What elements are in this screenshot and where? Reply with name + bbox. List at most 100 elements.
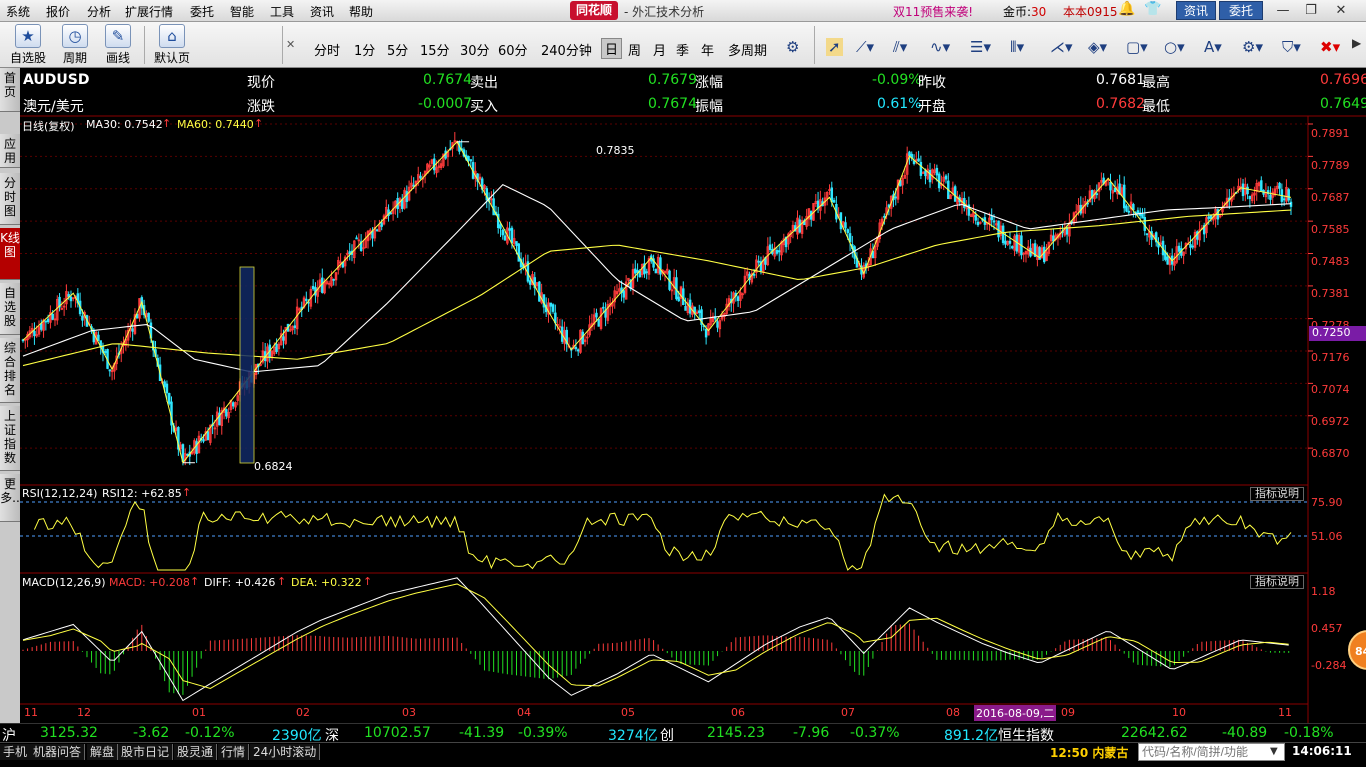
side-tab-apps[interactable]: 应用 (0, 134, 20, 168)
toolbar-more-icon[interactable]: ▶ (1352, 36, 1361, 50)
menu-news[interactable]: 资讯 (310, 3, 334, 20)
x-month-11: 10 (1172, 706, 1186, 719)
candle-body-417 (974, 215, 977, 221)
bookmark-icon[interactable]: ⛉▾ (1282, 38, 1301, 56)
side-tab-kline[interactable]: K线图 (0, 228, 20, 280)
period-intraday[interactable]: 分时 (314, 40, 340, 59)
menu-system[interactable]: 系统 (6, 3, 30, 20)
collapse-icon[interactable]: ✕ (286, 38, 295, 51)
status-tab-diary[interactable]: 股市日记 (118, 744, 174, 760)
period-15min[interactable]: 15分 (420, 40, 450, 59)
kline-chart-panel[interactable]: AUDUSD 澳元/美元 现价 0.7674 卖出 0.7679 涨幅 -0.0… (20, 68, 1366, 723)
menu-quote[interactable]: 报价 (46, 3, 70, 20)
default-page-button[interactable]: ⌂ 默认页 (150, 24, 194, 66)
trade-button[interactable]: 委托 (1219, 1, 1263, 20)
version-label[interactable]: 本本0915 (1063, 3, 1118, 20)
side-tab-watchlist[interactable]: 自选股 (0, 283, 20, 335)
side-tab-intraday[interactable]: 分时图 (0, 173, 20, 225)
side-tab-shanghai-index[interactable]: 上证指数 (0, 406, 20, 471)
ma30-label: MA30: 0.7542 (86, 118, 163, 131)
draw-button[interactable]: ✎ 画线 (98, 24, 138, 66)
promo-link[interactable]: 双11预售来袭! (893, 3, 973, 20)
value-amplitude: 0.61% (877, 96, 922, 112)
macd-help-button[interactable]: 指标说明 (1250, 575, 1304, 589)
candle-body-251 (595, 312, 598, 318)
line-tool-icon[interactable]: ⟋▾ (856, 38, 874, 56)
period-button[interactable]: ◷ 周期 (55, 24, 95, 66)
settings-gear-icon[interactable]: ⚙ (786, 38, 799, 56)
index-ticker: 沪 3125.32 -3.62 -0.12% 2390亿 深 10702.57 … (0, 723, 1366, 744)
code-search-input[interactable] (1138, 743, 1285, 761)
ticker-2: -3.62 (133, 725, 170, 741)
status-tab-24h[interactable]: 24小时滚动 (250, 744, 321, 760)
period-1min[interactable]: 1分 (354, 40, 375, 59)
candle-body-63 (165, 383, 169, 394)
status-tab-qa[interactable]: 机器问答 (30, 744, 86, 760)
ellipse-tool-icon[interactable]: ○▾ (1164, 38, 1185, 56)
y-tick-4: 0.7483 (1311, 255, 1350, 268)
candle-body-360 (844, 222, 847, 229)
candle-body-486 (1132, 204, 1135, 211)
kline-chart-canvas[interactable] (20, 68, 1366, 723)
shirt-icon[interactable]: 👕 (1144, 1, 1161, 17)
candle-body-196 (469, 159, 473, 162)
rsi-help-button[interactable]: 指标说明 (1250, 487, 1304, 501)
parallel-line-icon[interactable]: ⫽▾ (893, 38, 907, 56)
status-tab-stock-link[interactable]: 股灵通 (174, 744, 218, 760)
cursor-icon[interactable]: ➚ (826, 38, 843, 56)
period-5min[interactable]: 5分 (387, 40, 408, 59)
side-tab-ranking[interactable]: 综合排名 (0, 338, 20, 403)
maximize-button[interactable]: ❐ (1302, 2, 1320, 19)
channel-tool-icon[interactable]: ◈▾ (1088, 38, 1107, 56)
bell-icon[interactable]: 🔔 (1118, 1, 1135, 17)
menu-smart[interactable]: 智能 (230, 3, 254, 20)
fibonacci-icon[interactable]: ☰▾ (970, 38, 991, 56)
news-marquee[interactable]: 12:50 内蒙古 (1050, 744, 1128, 761)
rsi-tick-1: 51.06 (1311, 530, 1343, 543)
period-30min[interactable]: 30分 (460, 40, 490, 59)
status-tab-analysis[interactable]: 解盘 (87, 744, 119, 760)
x-month-10: 09 (1061, 706, 1075, 719)
period-month[interactable]: 月 (653, 40, 666, 59)
menu-extended[interactable]: 扩展行情 (125, 3, 173, 20)
period-multi[interactable]: 多周期 (728, 40, 767, 59)
fan-tool-icon[interactable]: ⋌▾ (1050, 38, 1073, 56)
period-240min[interactable]: 240分钟 (541, 40, 592, 59)
side-tab-more[interactable]: 更多.. (0, 474, 20, 522)
draw-settings-icon[interactable]: ⚙▾ (1242, 38, 1263, 56)
candle-body-519 (1207, 216, 1210, 219)
menu-tools[interactable]: 工具 (270, 3, 294, 20)
side-tab-home[interactable]: 首页 (0, 68, 20, 112)
rectangle-tool-icon[interactable]: ▢▾ (1126, 38, 1148, 56)
diff-value: DIFF: +0.426 (204, 576, 276, 589)
value-bid: 0.7674 (648, 96, 697, 112)
menu-trade[interactable]: 委托 (190, 3, 214, 20)
candle-body-361 (846, 229, 850, 233)
status-tab-mobile[interactable]: 手机 (0, 744, 32, 760)
text-tool-icon[interactable]: A▾ (1204, 38, 1222, 56)
gann-lines-icon[interactable]: ⦀▾ (1010, 38, 1024, 56)
candle-body-322 (757, 260, 760, 263)
menu-analysis[interactable]: 分析 (87, 3, 111, 20)
close-button[interactable]: ✕ (1332, 2, 1350, 19)
cursor-date-tag: 2016-08-09,二 (974, 705, 1057, 721)
menu-help[interactable]: 帮助 (349, 3, 373, 20)
candle-body-289 (682, 288, 685, 306)
period-quarter[interactable]: 季 (676, 40, 689, 59)
search-dropdown-icon[interactable]: ▼ (1270, 746, 1278, 757)
period-day[interactable]: 日 (601, 38, 623, 59)
y-tick-10: 0.6870 (1311, 447, 1350, 460)
candle-body-304 (716, 321, 719, 328)
y-tick-8: 0.7074 (1311, 383, 1350, 396)
status-tab-market[interactable]: 行情 (218, 744, 250, 760)
watchlist-button[interactable]: ★ 自选股 (8, 24, 48, 66)
period-week[interactable]: 周 (628, 40, 641, 59)
period-60min[interactable]: 60分 (498, 40, 528, 59)
news-button[interactable]: 资讯 (1176, 1, 1216, 20)
period-year[interactable]: 年 (701, 40, 714, 59)
candle-body-13 (51, 313, 54, 320)
wave-tool-icon[interactable]: ∿▾ (930, 38, 950, 56)
candle-body-206 (492, 198, 495, 216)
delete-drawing-icon[interactable]: ✖▾ (1320, 38, 1340, 56)
minimize-button[interactable]: — (1274, 2, 1292, 19)
